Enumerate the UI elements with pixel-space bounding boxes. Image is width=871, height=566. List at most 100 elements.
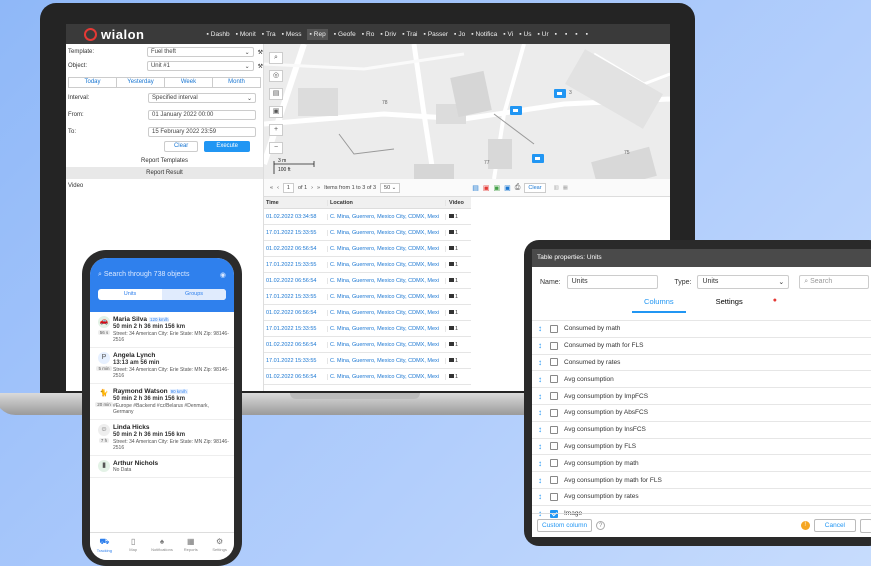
table-row[interactable]: 01.02.2022 06:56:54 C. Mina, Guerrero, Me… [264,305,471,321]
clear-button[interactable]: Clear [163,141,199,152]
video-camera-marker-2[interactable] [532,154,544,163]
column-checkbox[interactable] [550,459,558,468]
measure-icon[interactable]: ▣ [269,106,283,118]
from-date-field[interactable]: 01 January 2022 00:00 [148,110,256,120]
nav-item-chart[interactable]: ▪ Dashb [206,31,229,38]
header-video[interactable]: Video [445,199,471,206]
prev-page-icon[interactable]: ‹ [277,185,279,191]
layers-icon[interactable]: ▤ [269,88,283,100]
nav-item-track[interactable]: ▪ Tra [262,31,276,38]
drag-handle-icon[interactable]: ↕ [538,375,544,384]
drag-handle-icon[interactable]: ↕ [538,358,544,367]
cell-location[interactable]: C. Mina, Guerrero, Mexico City, CDMX, Me… [327,293,445,300]
map-view[interactable]: 78 3 77 75 3 m 100 ft [264,44,670,179]
cell-video[interactable]: 1 [445,261,471,268]
tab-settings[interactable]: Settings [716,297,743,313]
drag-handle-icon[interactable]: ↕ [538,408,544,417]
video-camera-marker-1[interactable] [510,106,522,115]
drag-handle-icon[interactable]: ↕ [538,324,544,333]
unit-list-item[interactable]: P5 min Angela Lynch 13:13 am 56 min Street:… [90,348,234,384]
table-row[interactable]: 01.02.2022 06:56:54 C. Mina, Guerrero, Me… [264,337,471,353]
header-location[interactable]: Location [327,199,445,206]
cell-video[interactable]: 1 [445,277,471,284]
period-today-button[interactable]: Today [69,78,117,87]
help-icon[interactable]: ? [596,521,606,530]
segment-units[interactable]: Units [98,289,162,300]
segment-groups[interactable]: Groups [162,289,226,300]
column-row[interactable]: ↕ Avg consumption by FLS [532,437,871,455]
cell-time[interactable]: 17.01.2022 15:33:55 [264,326,327,332]
column-row[interactable]: ↕ Consumed by math for FLS [532,336,871,354]
nav-item-driver[interactable]: ▪ Driv [380,31,396,38]
column-row[interactable]: ↕ Avg consumption by rates [532,487,871,505]
search-icon[interactable]: ⌕ [269,52,283,64]
tab-columns[interactable]: Columns [632,297,686,313]
nav-item-route[interactable]: ▪ Ro [362,31,375,38]
next-page-icon[interactable]: › [311,185,313,191]
pdf-icon[interactable]: ▣ [483,184,490,192]
cell-time[interactable]: 17.01.2022 15:33:55 [264,294,327,300]
nav-item-grid[interactable]: ▪ [555,31,559,38]
period-month-button[interactable]: Month [213,78,260,87]
zoom-out-button[interactable]: − [269,142,283,154]
table-row[interactable]: 01.02.2022 06:56:54 C. Mina, Guerrero, Me… [264,273,471,289]
template-select[interactable]: Fuel theft ⌄ [146,47,254,57]
column-row[interactable]: ↕ Avg consumption by ImpFCS [532,387,871,404]
cell-location[interactable]: C. Mina, Guerrero, Mexico City, CDMX, Me… [327,373,445,380]
cell-video[interactable]: 1 [445,293,471,300]
report-templates-link[interactable]: Report Templates [66,155,263,167]
tab-settings[interactable]: ⚙ Settings [205,533,234,560]
calendar-icon[interactable]: ▦ [563,185,568,191]
table-row[interactable]: 17.01.2022 15:33:55 C. Mina, Guerrero, Me… [264,321,471,337]
cell-video[interactable]: 1 [445,229,471,236]
column-checkbox[interactable] [550,392,558,401]
print-icon[interactable]: ⎙ [515,184,521,192]
object-select[interactable]: Unit #1 ⌄ [146,61,254,71]
table-row[interactable]: 01.02.2022 03:34:58 C. Mina, Guerrero, Me… [264,209,471,225]
nav-item-account[interactable]: ▪ [586,31,590,38]
period-week-button[interactable]: Week [165,78,213,87]
name-input[interactable]: Units [566,275,659,289]
table-row[interactable]: 17.01.2022 15:33:55 C. Mina, Guerrero, Me… [264,353,471,369]
column-checkbox[interactable] [550,324,558,333]
tab-notifications[interactable]: ♠ Notifications [148,533,177,560]
wrench-icon[interactable]: ⚒ [258,49,263,56]
export-icon[interactable]: ▣ [504,184,511,192]
nav-item-job[interactable]: ▪ Jo [454,31,465,38]
column-row[interactable]: ↕ Avg consumption by InsFCS [532,420,871,438]
cell-time[interactable]: 01.02.2022 06:56:54 [264,342,327,348]
header-time[interactable]: Time [264,200,327,206]
zoom-in-button[interactable]: + [269,124,283,136]
phone-search-input[interactable]: ⌕ Search through 738 objects ◉ [98,269,226,281]
cell-location[interactable]: C. Mina, Guerrero, Mexico City, CDMX, Me… [327,325,445,332]
cell-location[interactable]: C. Mina, Guerrero, Mexico City, CDMX, Me… [327,357,445,364]
column-row[interactable]: ↕ Avg consumption by math [532,454,871,471]
nav-item-geofence[interactable]: ▪ Geofe [334,31,356,38]
video-camera-marker-3[interactable] [554,89,566,98]
cell-location[interactable]: C. Mina, Guerrero, Mexico City, CDMX, Me… [327,309,445,316]
excel-icon[interactable]: ▣ [494,184,501,192]
cell-video[interactable]: 1 [445,245,471,252]
nav-item-more[interactable]: ▪ [565,31,569,38]
location-icon[interactable]: ◎ [269,70,283,82]
nav-item-passenger[interactable]: ▪ Passer [424,31,449,38]
drag-handle-icon[interactable]: ↕ [538,442,544,451]
cell-location[interactable]: C. Mina, Guerrero, Mexico City, CDMX, Me… [327,213,445,220]
cell-time[interactable]: 01.02.2022 06:56:54 [264,310,327,316]
table-row[interactable]: 17.01.2022 15:33:55 C. Mina, Guerrero, Me… [264,289,471,305]
app-logo[interactable]: wialon [66,27,154,42]
column-checkbox[interactable] [550,375,558,384]
drag-handle-icon[interactable]: ↕ [538,459,544,468]
column-search-input[interactable]: ⌕ Search [799,275,869,289]
cell-location[interactable]: C. Mina, Guerrero, Mexico City, CDMX, Me… [327,229,445,236]
table-row[interactable]: 01.02.2022 06:56:54 C. Mina, Guerrero, Me… [264,241,471,257]
type-select[interactable]: Units ⌄ [697,275,790,289]
tab-map[interactable]: ▯ Map [119,533,148,560]
eye-icon[interactable]: ◉ [220,271,226,279]
table-row[interactable]: 17.01.2022 15:33:55 C. Mina, Guerrero, Me… [264,225,471,241]
cell-location[interactable]: C. Mina, Guerrero, Mexico City, CDMX, Me… [327,277,445,284]
cell-time[interactable]: 01.02.2022 06:56:54 [264,374,327,380]
drag-handle-icon[interactable]: ↕ [538,425,544,434]
first-page-icon[interactable]: « [270,185,273,191]
drag-handle-icon[interactable]: ↕ [538,392,544,401]
